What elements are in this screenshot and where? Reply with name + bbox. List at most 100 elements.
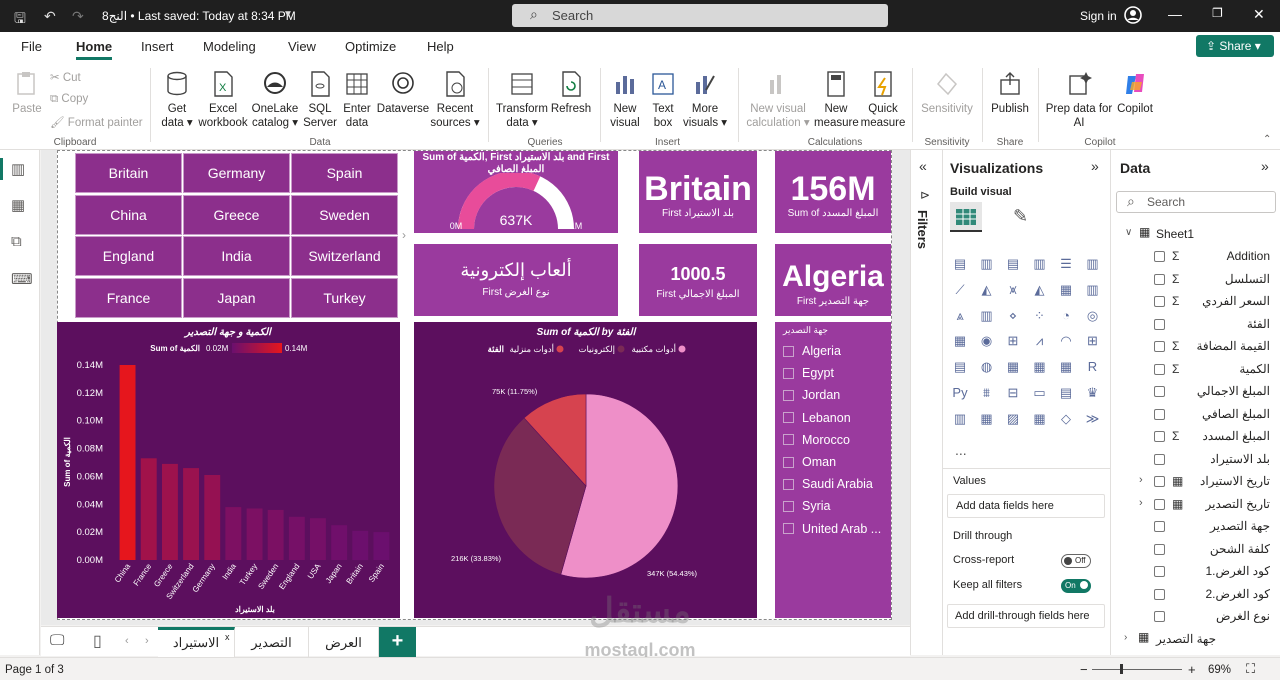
pie-legend-label[interactable]: أدوات مكتبية	[632, 342, 676, 355]
more-visuals-button[interactable]: More visuals ▾	[682, 70, 728, 130]
power-automate-visual-icon[interactable]: ▨	[1004, 411, 1022, 427]
bar[interactable]	[162, 463, 178, 560]
card-type[interactable]: ألعاب إلكترونية First نوع الغرض	[414, 244, 618, 316]
area-visual-icon[interactable]: ◭	[978, 282, 996, 298]
field-item[interactable]: نوع الغرض	[1186, 609, 1270, 623]
arrows-visual-icon[interactable]: ≫	[1084, 411, 1102, 427]
expand-filters-icon[interactable]: «	[919, 158, 927, 174]
table-name-destination[interactable]: جهة التصدير	[1156, 632, 1216, 646]
checkbox[interactable]	[783, 434, 794, 446]
shape-map-visual-icon[interactable]: ▦	[1031, 411, 1049, 427]
field-item[interactable]: المبلغ الاجمالي	[1186, 384, 1270, 398]
field-item[interactable]: القيمة المضافة	[1186, 339, 1270, 353]
field-item[interactable]: Addition	[1186, 249, 1270, 263]
keep-filters-toggle[interactable]: On	[1061, 579, 1091, 593]
scatter-visual-icon[interactable]: ⁘	[1031, 308, 1049, 324]
line-visual-icon[interactable]: ⟋	[951, 282, 969, 298]
field-checkbox[interactable]	[1154, 341, 1165, 352]
matrix-visual-icon[interactable]: ▦	[1057, 359, 1075, 375]
waterfall-visual-icon[interactable]: ▥	[978, 308, 996, 324]
field-checkbox[interactable]	[1154, 521, 1165, 532]
enter-data-button[interactable]: Enter data	[340, 70, 374, 130]
field-item[interactable]: الكمية	[1186, 362, 1270, 376]
100-column-visual-icon[interactable]: ▥	[1084, 256, 1102, 272]
line-column-visual-icon[interactable]: ▦	[1057, 282, 1075, 298]
menu-home[interactable]: Home	[76, 39, 113, 60]
slicer-tile[interactable]: Sweden	[291, 195, 398, 235]
checkbox[interactable]	[783, 389, 794, 401]
stacked-area-100-visual-icon[interactable]: ◭	[1031, 282, 1049, 298]
bar[interactable]	[331, 525, 348, 560]
menu-help[interactable]: Help	[427, 39, 454, 54]
add-data-fields-well[interactable]: Add data fields here	[947, 494, 1105, 518]
new-visual-calculation-button[interactable]: New visual calculation ▾	[744, 70, 812, 130]
donut-visual-icon[interactable]: ◎	[1084, 308, 1102, 324]
line-column-2-visual-icon[interactable]: ▥	[1084, 282, 1102, 298]
power-apps-visual-icon[interactable]: ▦	[978, 411, 996, 427]
slicer-tile[interactable]: Switzerland	[291, 236, 398, 276]
field-item[interactable]: تاريخ الاستيراد	[1186, 474, 1270, 488]
field-item[interactable]: كلفة الشحن	[1186, 542, 1270, 556]
field-checkbox[interactable]	[1154, 588, 1165, 600]
desktop-layout-icon[interactable]: 🖵	[50, 632, 64, 649]
dax-query-view-icon[interactable]: ⌨	[11, 270, 33, 288]
field-checkbox[interactable]	[1154, 431, 1165, 442]
new-visual-button[interactable]: New visual	[606, 70, 644, 130]
dataverse-button[interactable]: Dataverse	[376, 70, 430, 116]
field-checkbox[interactable]	[1154, 408, 1165, 420]
qa-visual-icon[interactable]: ▭	[1031, 385, 1049, 401]
recent-sources-button[interactable]: Recent sources ▾	[430, 70, 480, 130]
card-destination[interactable]: Algeria First جهة التصدير	[775, 244, 891, 316]
text-box-button[interactable]: A Text box	[646, 70, 680, 130]
field-item[interactable]: الفئة	[1186, 317, 1270, 331]
bar[interactable]	[183, 468, 199, 560]
filters-pane-collapsed[interactable]: « ⊳ Filters	[910, 150, 942, 655]
slicer-tile[interactable]: Spain	[291, 153, 398, 193]
100-bar-visual-icon[interactable]: ☰	[1057, 256, 1075, 272]
destination-slicer-item[interactable]: United Arab ...	[783, 520, 881, 538]
zoom-in-icon[interactable]: +	[1188, 662, 1196, 677]
checkbox[interactable]	[783, 412, 794, 424]
copilot-button[interactable]: Copilot	[1114, 70, 1156, 116]
field-checkbox[interactable]	[1154, 611, 1165, 622]
field-item[interactable]: كود الغرض.1	[1186, 564, 1270, 578]
metrics-visual-icon[interactable]: ♛	[1084, 385, 1102, 401]
clustered-column-visual-icon[interactable]: ▥	[1031, 256, 1049, 272]
slicer-tile[interactable]: France	[75, 278, 182, 318]
sql-server-button[interactable]: SQL Server	[302, 70, 338, 130]
bar[interactable]	[373, 532, 390, 560]
card-visual-icon[interactable]: ⊞	[1084, 333, 1102, 349]
slicer-tile[interactable]: Turkey	[291, 278, 398, 318]
report-view-icon[interactable]: ▥	[11, 160, 29, 178]
minimize-icon[interactable]: —	[1168, 6, 1182, 22]
menu-optimize[interactable]: Optimize	[345, 39, 396, 54]
menu-insert[interactable]: Insert	[141, 39, 174, 54]
clustered-bar-visual-icon[interactable]: ▤	[1004, 256, 1022, 272]
chevron-right-icon[interactable]: ›	[1139, 474, 1143, 486]
destination-slicer[interactable]: جهة التصدير Algeria Egypt Jordan Lebanon Mor…	[775, 322, 891, 618]
bar[interactable]	[352, 530, 369, 561]
prep-data-ai-button[interactable]: Prep data for AI	[1044, 70, 1114, 130]
destination-slicer-item[interactable]: Jordan	[783, 386, 840, 404]
bar[interactable]	[310, 518, 326, 560]
kpi-visual-icon[interactable]: ◍	[978, 359, 996, 375]
collapse-ribbon-icon[interactable]: ⌃	[1263, 134, 1271, 145]
gauge-visual[interactable]: Sum of الكمية, First بلد الاستيراد and F…	[414, 151, 618, 233]
data-search-input[interactable]: ⌕ Search	[1116, 191, 1276, 213]
paste-button[interactable]: Paste	[8, 70, 46, 116]
r-visual-visual-icon[interactable]: R	[1084, 359, 1102, 375]
ribbon-visual-icon[interactable]: ⩓	[951, 308, 969, 324]
filled-map-visual-icon[interactable]: ⊞	[1004, 333, 1022, 349]
undo-icon[interactable]: ↶	[44, 8, 56, 25]
slicer-tile[interactable]: India	[183, 236, 290, 276]
stacked-area-visual-icon[interactable]: ⩙	[1004, 282, 1022, 298]
save-icon[interactable]: 🖫	[14, 8, 26, 32]
destination-slicer-item[interactable]: Saudi Arabia	[783, 475, 873, 493]
field-item[interactable]: التسلسل	[1186, 272, 1270, 286]
slicer-tile[interactable]: Germany	[183, 153, 290, 193]
field-checkbox[interactable]	[1154, 363, 1165, 375]
field-checkbox[interactable]	[1154, 318, 1165, 330]
transform-data-button[interactable]: Transform data ▾	[494, 70, 550, 130]
azure-map-visual-icon[interactable]: ⩘	[1031, 333, 1049, 349]
bar-chart-visual[interactable]: الكمية و جهة التصدير Sum of الكمية 0.02M 0.…	[57, 322, 400, 618]
